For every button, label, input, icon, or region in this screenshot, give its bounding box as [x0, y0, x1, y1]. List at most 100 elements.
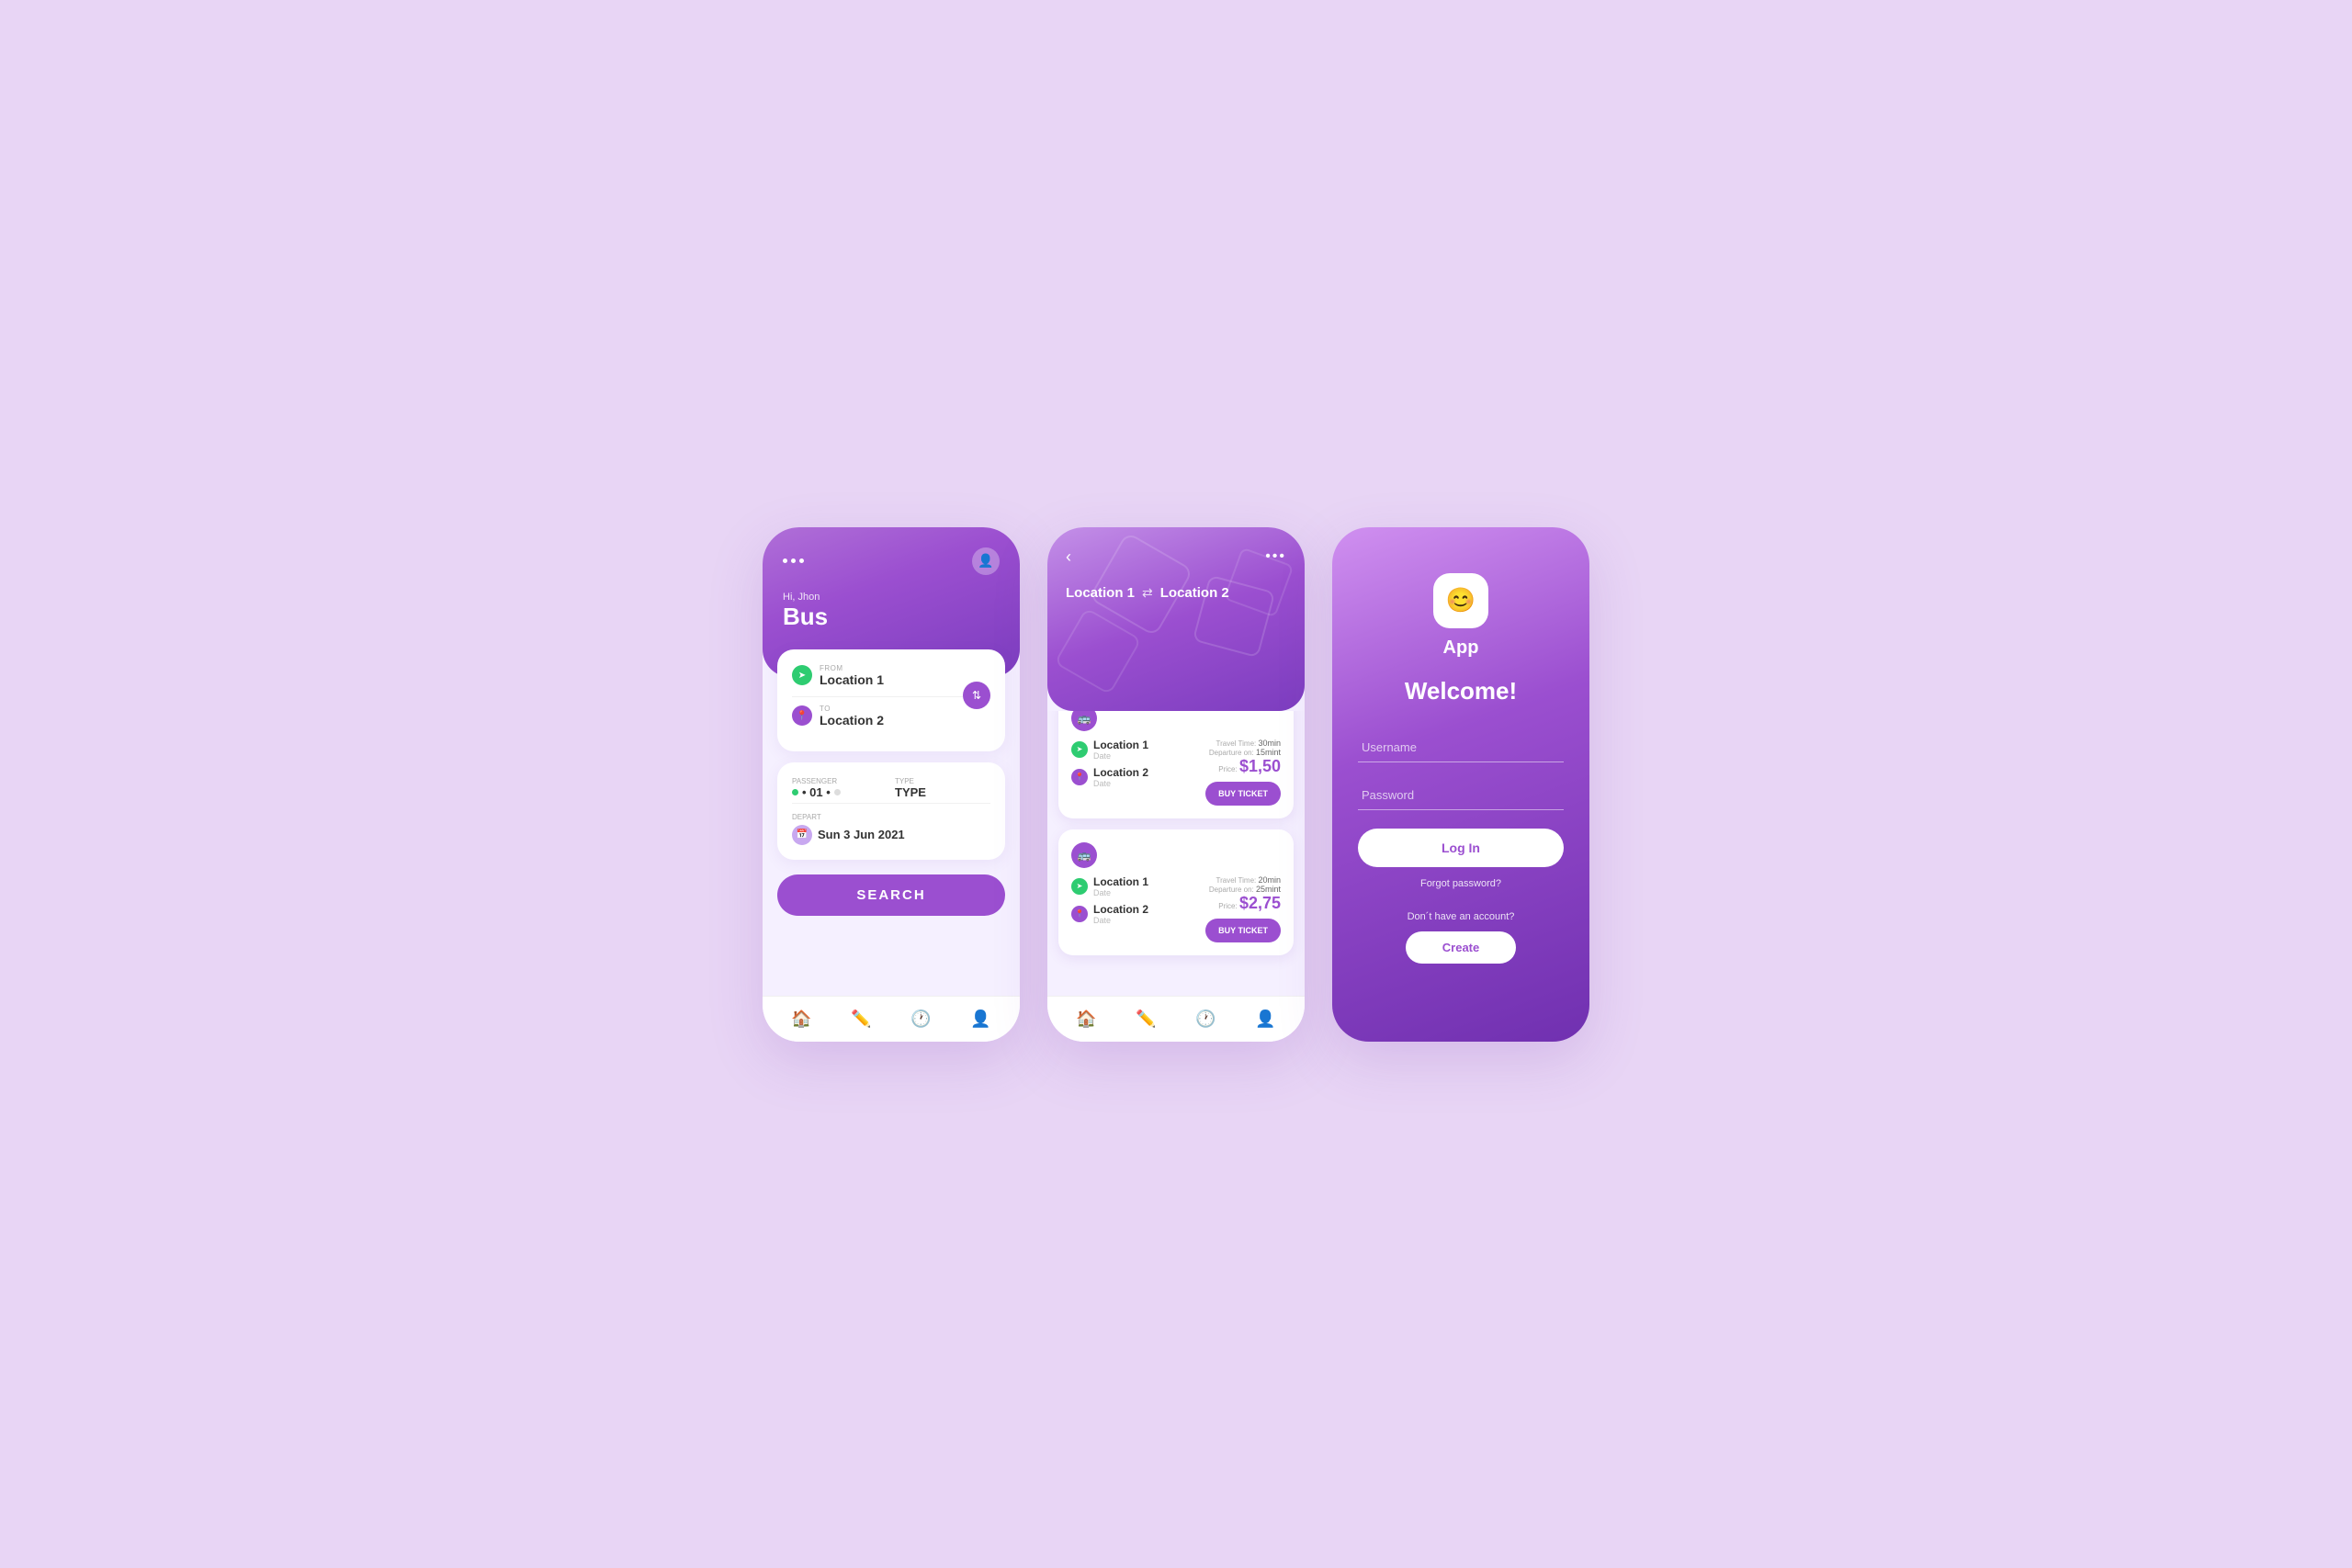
ticket-details-2: Travel Time: 20min Departure on: 25mint …: [1205, 875, 1281, 942]
buy-button-2[interactable]: BUY TICKET: [1205, 919, 1281, 942]
info-row: PASSENGER • 01 • TYPE TYPE: [792, 777, 990, 799]
screen3-content: 😊 App Welcome! Log In Forgot password? D…: [1332, 527, 1589, 1042]
depart-section: DEPART 📅 Sun 3 Jun 2021: [792, 803, 990, 845]
to-location[interactable]: Location 2: [820, 713, 884, 728]
page-title: Bus: [783, 603, 1000, 631]
login-button[interactable]: Log In: [1358, 829, 1564, 867]
app-name: App: [1443, 637, 1479, 659]
greeting: Hi, Jhon: [783, 592, 1000, 603]
ticket-from-icon-1: ➤: [1071, 741, 1088, 758]
price-val-1: $1,50: [1239, 757, 1281, 775]
ticket-row-2: ➤ Location 1 Date 📍 Location 2 Date: [1071, 875, 1281, 942]
ticket-from-1: ➤ Location 1 Date: [1071, 739, 1205, 761]
ticket-from-2: ➤ Location 1 Date: [1071, 875, 1205, 897]
top-bar: 👤: [783, 547, 1000, 575]
buy-button-1[interactable]: BUY TICKET: [1205, 782, 1281, 806]
ticket-to-date-2: Date: [1093, 916, 1148, 925]
passenger-col: PASSENGER • 01 •: [792, 777, 888, 799]
type-label: TYPE: [895, 777, 990, 785]
bus-badge-2: 🚌: [1071, 842, 1097, 868]
screen2-content: 🚌 ➤ Location 1 Date 📍: [1047, 711, 1305, 996]
departure-val-2: 25mint: [1256, 885, 1281, 894]
depart-row: 📅 Sun 3 Jun 2021: [792, 825, 990, 845]
dot2: [791, 558, 796, 563]
type-value[interactable]: TYPE: [895, 785, 990, 799]
nav2-edit[interactable]: ✏️: [1136, 1010, 1156, 1029]
ticket-to-info-1: Location 2 Date: [1093, 766, 1148, 788]
search-button[interactable]: SEARCH: [777, 874, 1005, 916]
departure-label-2: Departure on: 25mint: [1205, 885, 1281, 894]
from-location[interactable]: Location 1: [820, 672, 884, 687]
no-account-text: Don´t have an account?: [1408, 911, 1515, 922]
price-label-1: Price: $1,50: [1205, 757, 1281, 776]
ticket-to-date-1: Date: [1093, 779, 1148, 788]
passenger-row: • 01 •: [792, 785, 888, 799]
from-row: ➤ FROM Location 1: [792, 664, 990, 687]
depart-value[interactable]: Sun 3 Jun 2021: [818, 828, 905, 841]
route-to: Location 2: [1160, 585, 1229, 601]
screen1: 👤 Hi, Jhon Bus ➤ FROM Location 1: [763, 527, 1020, 1042]
avatar-icon[interactable]: 👤: [972, 547, 1000, 575]
username-field[interactable]: [1358, 733, 1564, 762]
pax-dot-green: [792, 789, 798, 795]
from-label: FROM: [820, 664, 884, 672]
route-arrow: ⇄: [1142, 585, 1153, 601]
ticket-from-date-2: Date: [1093, 888, 1148, 897]
pax-dot-gray: [834, 789, 841, 795]
screen1-content: ➤ FROM Location 1 📍 TO Location 2: [763, 649, 1020, 996]
nav-edit[interactable]: ✏️: [851, 1010, 871, 1029]
depart-icon: 📅: [792, 825, 812, 845]
to-label: TO: [820, 705, 884, 713]
nav2-clock[interactable]: 🕐: [1195, 1010, 1216, 1029]
menu-dots[interactable]: [783, 558, 804, 563]
to-row: 📍 TO Location 2: [792, 705, 990, 728]
details-card: PASSENGER • 01 • TYPE TYPE DEPART: [777, 762, 1005, 860]
nav-clock[interactable]: 🕐: [910, 1010, 931, 1029]
departure-label-1: Departure on: 15mint: [1205, 748, 1281, 757]
password-field[interactable]: [1358, 781, 1564, 810]
screen2-top-bar: ‹ •••: [1066, 547, 1286, 567]
ticket-card-2: 🚌 ➤ Location 1 Date 📍: [1058, 829, 1294, 955]
nav-user[interactable]: 👤: [970, 1010, 990, 1029]
app-icon: 😊: [1433, 573, 1488, 628]
ticket-details-1: Travel Time: 30min Departure on: 15mint …: [1205, 739, 1281, 806]
location-card: ➤ FROM Location 1 📍 TO Location 2: [777, 649, 1005, 751]
nav-home[interactable]: 🏠: [791, 1010, 811, 1029]
more-button[interactable]: •••: [1265, 548, 1286, 565]
screen2-top: ‹ ••• Location 1 ⇄ Location 2: [1047, 527, 1305, 711]
travel-time-label-1: Travel Time: 30min: [1205, 739, 1281, 748]
travel-time-val-2: 20min: [1258, 875, 1281, 885]
route-from: Location 1: [1066, 585, 1135, 601]
ticket-from-name-2: Location 1: [1093, 875, 1148, 888]
ticket-to-icon-1: 📍: [1071, 769, 1088, 785]
ticket-from-name-1: Location 1: [1093, 739, 1148, 751]
swap-button[interactable]: ⇅: [963, 682, 990, 709]
ticket-locations-2: ➤ Location 1 Date 📍 Location 2 Date: [1071, 875, 1205, 931]
ticket-from-date-1: Date: [1093, 751, 1148, 761]
back-button[interactable]: ‹: [1066, 547, 1071, 567]
route-bar: Location 1 ⇄ Location 2: [1066, 585, 1286, 601]
swap-container: ⇅: [963, 682, 990, 709]
depart-label: DEPART: [792, 813, 990, 821]
bottom-nav-2: 🏠 ✏️ 🕐 👤: [1047, 996, 1305, 1042]
ticket-to-info-2: Location 2 Date: [1093, 903, 1148, 925]
screen3: 😊 App Welcome! Log In Forgot password? D…: [1332, 527, 1589, 1042]
diamond-deco1: [1054, 607, 1142, 695]
dot1: [783, 558, 787, 563]
to-icon: 📍: [792, 705, 812, 726]
ticket-from-icon-2: ➤: [1071, 878, 1088, 895]
create-button[interactable]: Create: [1406, 931, 1516, 964]
nav2-home[interactable]: 🏠: [1076, 1010, 1096, 1029]
ticket-to-name-2: Location 2: [1093, 903, 1148, 916]
screens-container: 👤 Hi, Jhon Bus ➤ FROM Location 1: [763, 527, 1589, 1042]
passenger-value[interactable]: • 01 •: [802, 785, 831, 799]
screen2: ‹ ••• Location 1 ⇄ Location 2 🚌 ➤ L: [1047, 527, 1305, 1042]
app-emoji: 😊: [1446, 586, 1476, 615]
ticket-to-2: 📍 Location 2 Date: [1071, 903, 1205, 925]
welcome-text: Welcome!: [1405, 677, 1517, 705]
dot3: [799, 558, 804, 563]
divider: [792, 696, 990, 697]
forgot-password[interactable]: Forgot password?: [1420, 878, 1501, 889]
ticket-from-info-1: Location 1 Date: [1093, 739, 1148, 761]
nav2-user[interactable]: 👤: [1255, 1010, 1275, 1029]
